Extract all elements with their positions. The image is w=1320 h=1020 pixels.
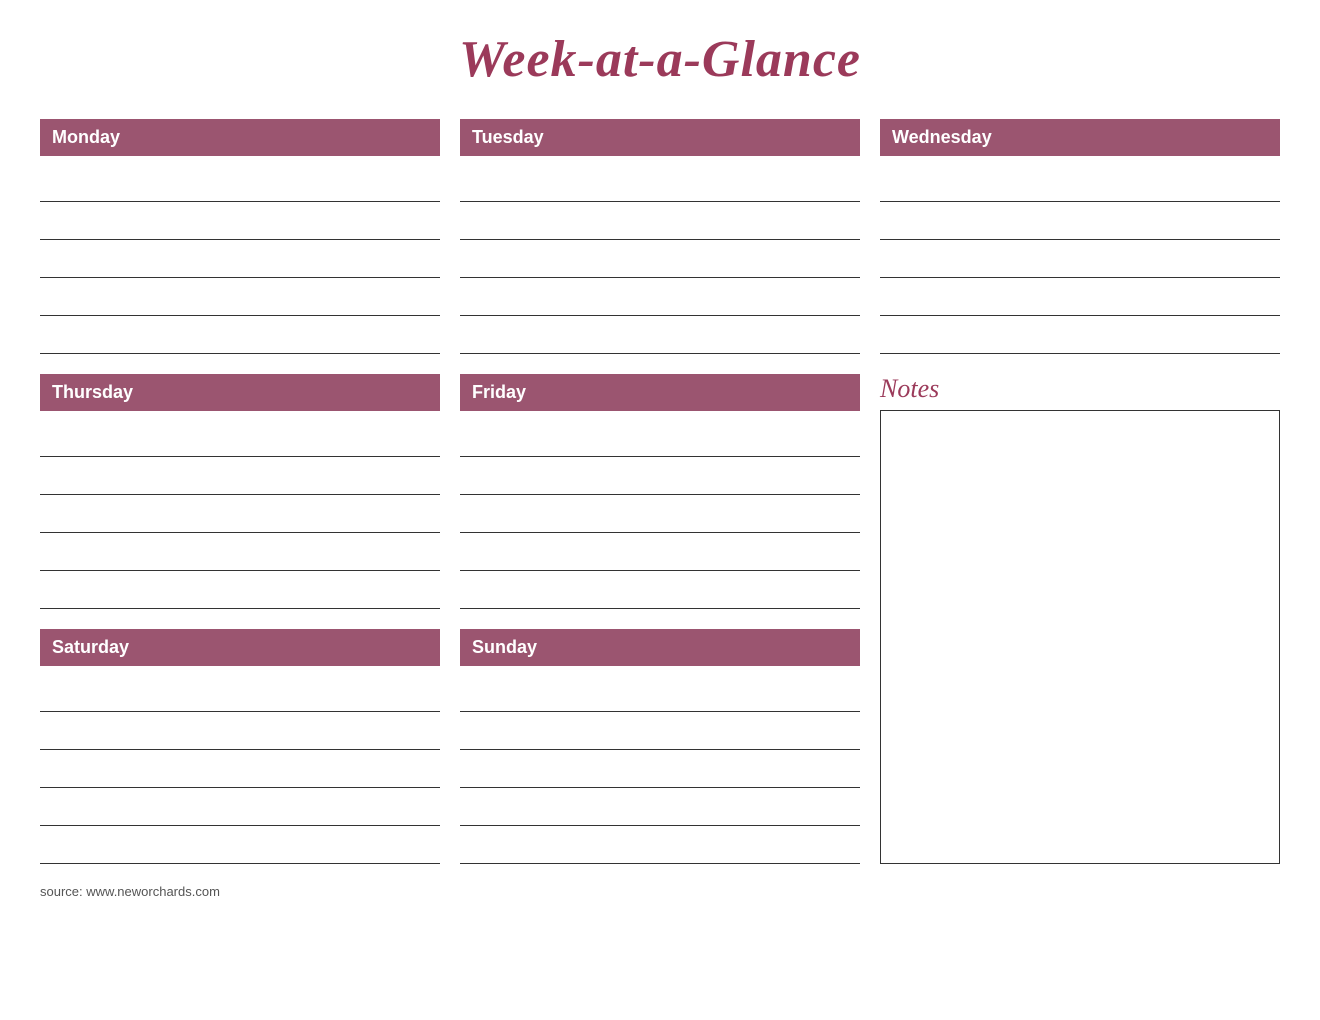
friday-header: Friday [460,374,860,411]
day-line [40,571,440,609]
monday-lines [40,164,440,354]
day-line [40,278,440,316]
saturday-block: Saturday [40,629,440,864]
day-line [40,533,440,571]
tuesday-header: Tuesday [460,119,860,156]
friday-block: Friday [460,374,860,609]
day-line [460,419,860,457]
day-line [460,533,860,571]
day-line [460,316,860,354]
day-line [880,316,1280,354]
day-line [460,202,860,240]
day-line [460,788,860,826]
wednesday-lines [880,164,1280,354]
monday-header: Monday [40,119,440,156]
saturday-lines [40,674,440,864]
thursday-block: Thursday [40,374,440,609]
thursday-header: Thursday [40,374,440,411]
day-line [460,495,860,533]
wednesday-block: Wednesday [880,119,1280,354]
notes-block: Notes [880,374,1280,864]
notes-area[interactable] [880,410,1280,864]
day-line [40,674,440,712]
day-line [40,316,440,354]
day-line [460,457,860,495]
day-line [460,826,860,864]
sunday-block: Sunday [460,629,860,864]
day-line [460,278,860,316]
tuesday-block: Tuesday [460,119,860,354]
day-line [880,278,1280,316]
day-line [460,674,860,712]
thursday-lines [40,419,440,609]
lower-section: Thursday Friday Notes Saturday [40,374,1280,864]
day-line [40,240,440,278]
day-line [880,202,1280,240]
monday-block: Monday [40,119,440,354]
day-line [460,571,860,609]
day-line [460,750,860,788]
source-text: source: www.neworchards.com [40,884,1280,899]
day-line [40,712,440,750]
tuesday-lines [460,164,860,354]
day-line [460,164,860,202]
row-1: Monday Tuesday Wednesday [40,119,1280,354]
day-line [460,240,860,278]
notes-title: Notes [880,374,1280,404]
day-line [40,202,440,240]
day-line [40,826,440,864]
friday-lines [460,419,860,609]
day-line [40,419,440,457]
day-line [40,457,440,495]
wednesday-header: Wednesday [880,119,1280,156]
day-line [40,495,440,533]
day-line [40,788,440,826]
page-title: Week-at-a-Glance [40,30,1280,89]
sunday-lines [460,674,860,864]
saturday-header: Saturday [40,629,440,666]
day-line [880,240,1280,278]
day-line [880,164,1280,202]
day-line [40,750,440,788]
day-line [460,712,860,750]
day-line [40,164,440,202]
sunday-header: Sunday [460,629,860,666]
